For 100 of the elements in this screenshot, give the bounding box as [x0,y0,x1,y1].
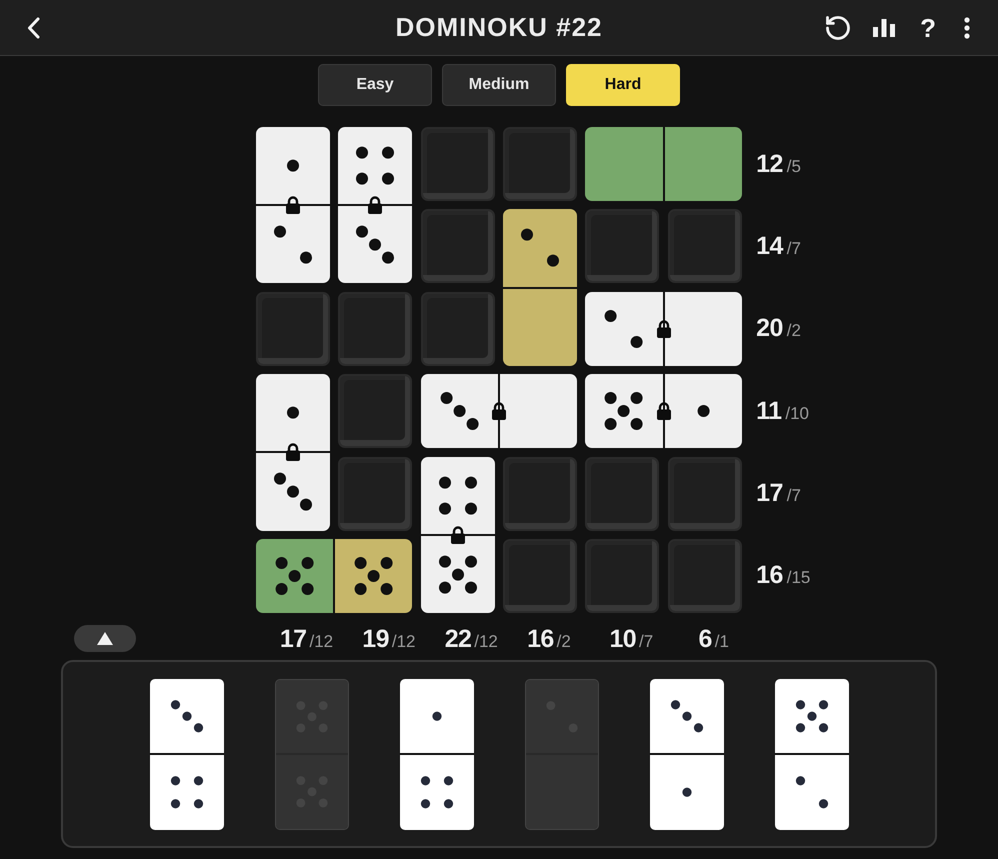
empty-slot[interactable] [338,374,412,448]
difficulty-tab[interactable]: Easy [318,64,432,106]
empty-slot[interactable] [585,538,660,613]
empty-slot[interactable] [420,292,495,366]
domino-tile[interactable] [503,209,577,366]
domino-tile[interactable] [585,127,742,201]
column-count-text: /2 [556,632,571,650]
empty-slot[interactable] [668,538,742,613]
pip-icon [618,405,630,418]
pip-icon [380,582,393,595]
pip-icon [274,472,286,485]
pip-icon [438,581,451,594]
domino-tile[interactable] [338,127,412,284]
pip-icon [631,392,643,404]
domino-tile[interactable] [420,456,495,613]
pip-icon [443,800,453,809]
pip-icon [464,581,477,594]
difficulty-tab[interactable]: Medium [442,64,556,106]
pip-icon [274,226,286,238]
collapse-button[interactable] [74,624,136,652]
domino-tile[interactable] [256,538,412,613]
empty-slot[interactable] [256,292,330,366]
column-count-text: /12 [308,632,334,650]
pip-icon [288,570,300,582]
column-count-text: /1 [714,632,729,650]
pip-icon [382,146,394,159]
pip-icon [356,146,368,159]
row-sum-text: 12 [756,152,783,176]
domino-tile[interactable] [650,678,724,830]
empty-slot[interactable] [668,209,742,284]
empty-slot[interactable] [338,292,412,366]
page-title: DOMINOKU #22 [395,11,603,44]
domino-tile[interactable] [256,374,330,531]
row-sum-text: 20 [756,316,783,342]
help-button[interactable]: ? [914,14,942,40]
pip-icon [631,418,643,430]
pip-icon [382,252,394,264]
empty-slot[interactable] [420,127,495,201]
row-count-text: /5 [786,158,801,174]
domino-tile[interactable] [150,678,224,830]
domino-tile[interactable] [420,374,577,448]
column-sum-text: 17 [280,626,306,652]
pip-icon [356,172,368,185]
pip-icon [354,556,367,569]
domino-tile[interactable] [274,678,348,830]
pip-icon [697,405,710,418]
column-count-text: /12 [390,632,416,650]
empty-slot[interactable] [668,456,742,531]
pip-icon [301,556,314,569]
pip-icon [605,418,617,430]
pip-icon [420,800,430,809]
domino-tile[interactable] [585,374,742,448]
pip-icon [521,229,533,241]
pip-icon [354,582,367,595]
domino-tile[interactable] [774,678,848,830]
empty-slot[interactable] [503,538,577,613]
domino-tile[interactable] [256,127,330,284]
pip-icon [382,172,394,185]
row-count-text: /2 [786,322,801,340]
pip-icon [432,712,442,721]
pip-icon [286,160,299,172]
pip-icon [275,556,288,569]
column-count-text: /7 [638,632,654,650]
bar-chart-icon [873,18,896,36]
pip-icon [300,498,312,511]
column-sum-text: 10 [609,626,636,652]
domino-tile[interactable] [524,678,598,830]
empty-slot[interactable] [503,456,577,531]
pip-icon [420,776,430,786]
empty-slot[interactable] [585,456,660,531]
pip-icon [464,502,477,514]
empty-slot[interactable] [420,209,495,284]
domino-tile[interactable] [400,678,474,830]
column-sum-text: 22 [444,626,472,652]
pip-icon [452,568,464,580]
pip-icon [275,582,288,595]
difficulty-tab[interactable]: Hard [566,64,680,106]
pip-icon [170,800,180,809]
empty-slot[interactable] [585,209,660,284]
pip-icon [356,226,368,238]
more-icon [964,16,970,38]
domino-tile[interactable] [585,292,742,366]
empty-slot[interactable] [503,127,577,201]
pip-icon [443,776,453,786]
pip-icon [193,776,203,786]
pip-icon [547,255,559,267]
row-count-text: /7 [786,240,801,257]
pip-icon [286,406,299,419]
row-count-text: /10 [785,404,809,422]
column-sum-text: 16 [527,626,554,652]
pip-icon [368,570,380,582]
pip-icon [682,788,692,798]
pip-icon [369,238,382,251]
restart-icon [824,14,852,42]
pip-icon [466,418,478,430]
empty-slot[interactable] [338,456,412,531]
pip-icon [605,310,617,322]
pip-icon [631,336,643,348]
column-count-text: /12 [473,632,498,650]
pip-icon [605,392,617,404]
